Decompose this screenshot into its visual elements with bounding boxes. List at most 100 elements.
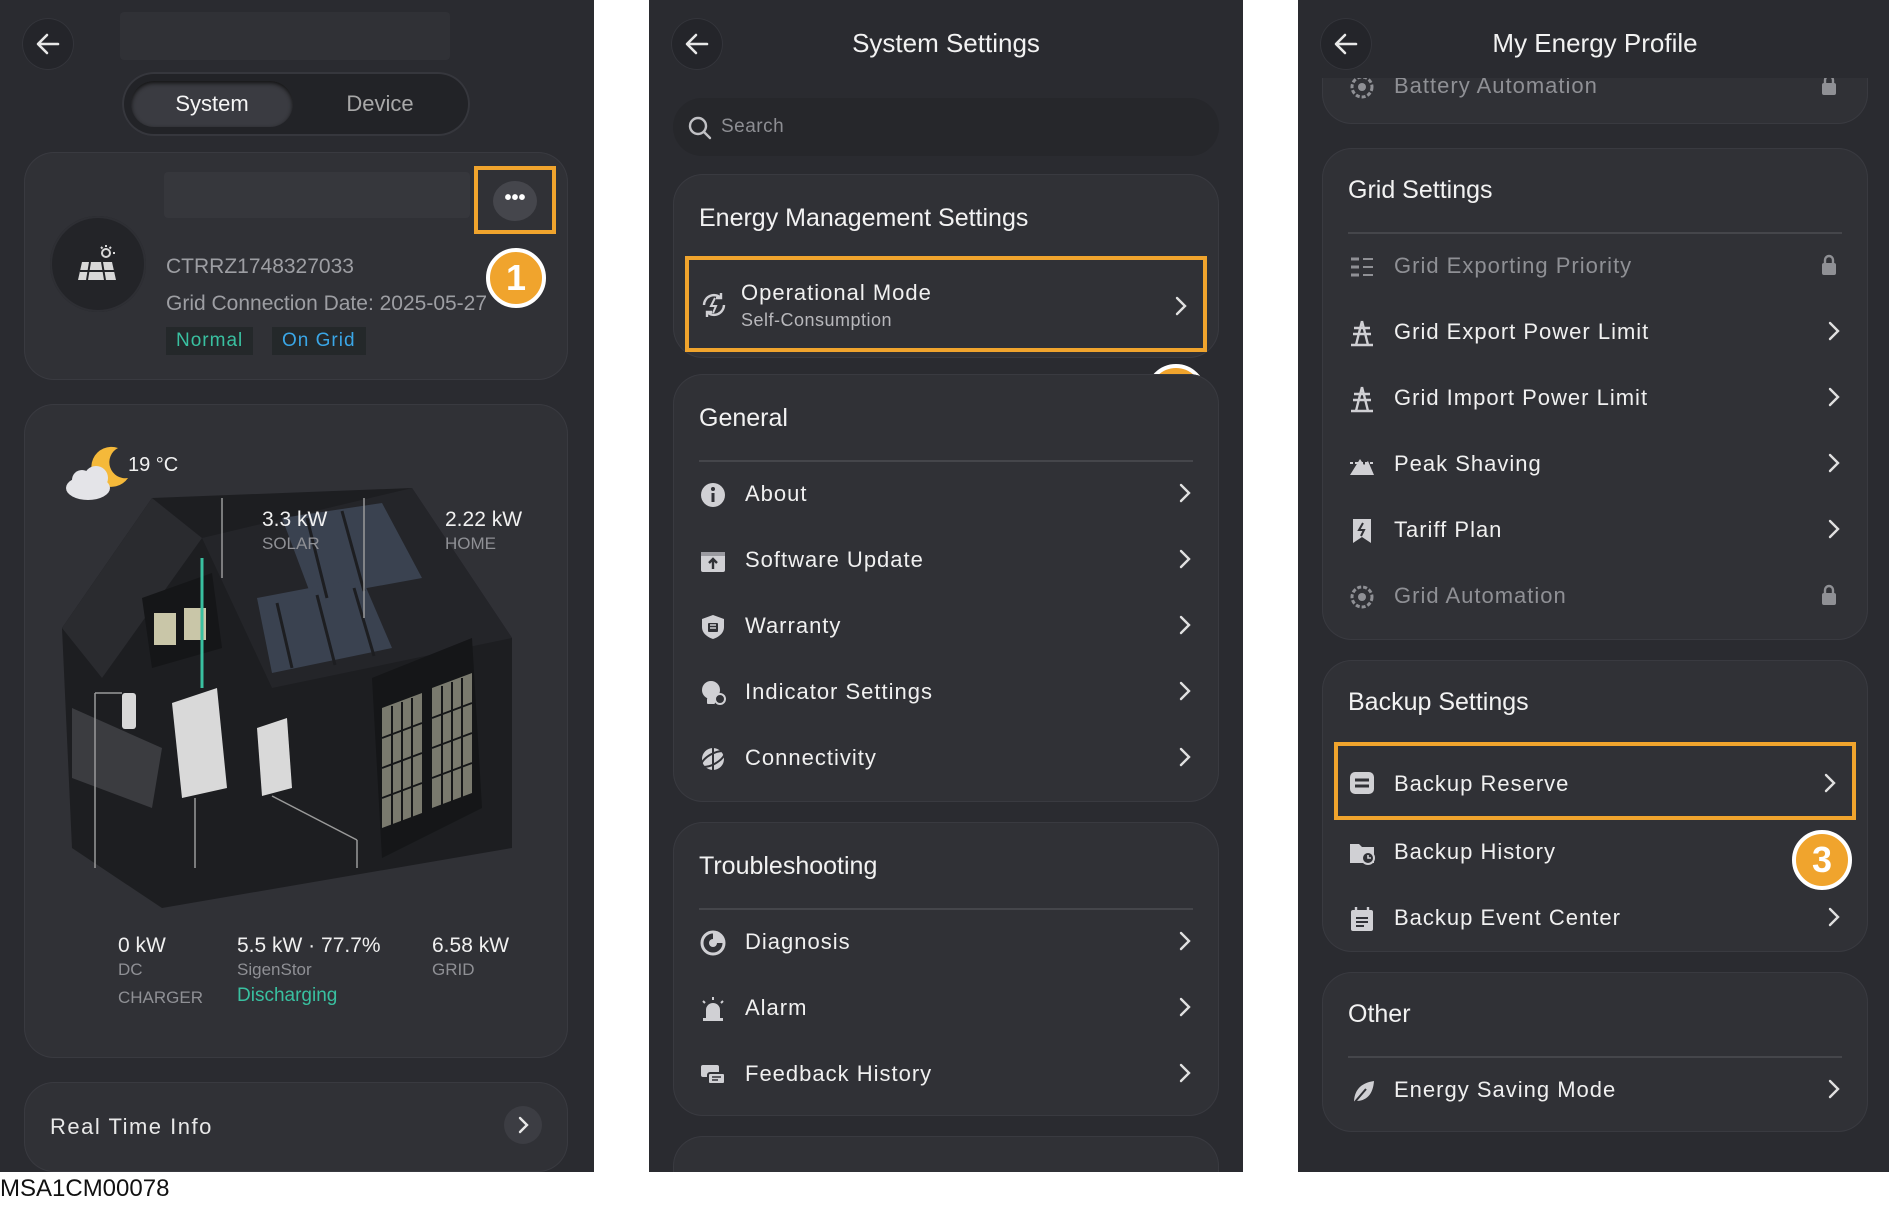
lightbulb-gear-icon bbox=[702, 681, 726, 705]
system-avatar bbox=[50, 216, 146, 312]
divider bbox=[699, 908, 1193, 910]
operational-mode-label: Operational Mode bbox=[741, 280, 932, 305]
back-button[interactable] bbox=[22, 18, 74, 70]
charger-value: 0 kW bbox=[118, 934, 166, 957]
search-input[interactable]: Search bbox=[673, 98, 1219, 156]
real-time-info-card[interactable]: Real Time Info bbox=[24, 1082, 568, 1172]
tab-device[interactable]: Device bbox=[298, 81, 462, 127]
lock-icon bbox=[1822, 254, 1836, 275]
settings-item-backup-history[interactable]: Backup History bbox=[1342, 824, 1848, 882]
grid-flow: 6.58 kW GRID bbox=[432, 934, 509, 982]
battery-value: 5.5 kW · 77.7% bbox=[237, 934, 381, 957]
chevron-right-icon bbox=[1828, 1079, 1840, 1099]
tab-system[interactable]: System bbox=[131, 81, 293, 127]
settings-item-grid-automation[interactable]: Grid Automation bbox=[1342, 568, 1848, 626]
energy-flow-card[interactable]: 19 °C 3.3 kW SOLAR 2.22 kW HOME 0 kW DC … bbox=[24, 404, 568, 1058]
chevron-right-icon bbox=[1179, 997, 1191, 1017]
settings-item-label: Indicator Settings bbox=[745, 679, 933, 704]
figure-caption: MSA1CM00078 bbox=[0, 1175, 170, 1202]
system-screen: System Device ••• 1 CTRRZ1748327033 Grid… bbox=[0, 0, 594, 1172]
settings-item-feedback-history[interactable]: Feedback History bbox=[693, 1046, 1199, 1104]
settings-item-energy-saving-mode[interactable]: Energy Saving Mode bbox=[1342, 1062, 1848, 1120]
software-update-icon bbox=[701, 552, 725, 572]
operational-mode-value: Self-Consumption bbox=[741, 310, 893, 330]
calendar-list-icon bbox=[1351, 907, 1373, 931]
settings-item-tariff-plan[interactable]: Tariff Plan bbox=[1342, 502, 1848, 560]
chevron-right-icon bbox=[1175, 296, 1187, 316]
section-title-grid: Grid Settings bbox=[1348, 176, 1493, 204]
chevron-right-icon bbox=[1828, 387, 1840, 407]
folder-clock-icon bbox=[1350, 844, 1375, 865]
settings-item-label: Alarm bbox=[745, 995, 808, 1020]
chevron-right-icon bbox=[1179, 931, 1191, 951]
blurred-site-name bbox=[120, 12, 450, 60]
system-device-toggle: System Device bbox=[122, 72, 470, 136]
general-card: General About Software Update Warranty I… bbox=[673, 374, 1219, 802]
section-title-troubleshooting: Troubleshooting bbox=[699, 852, 878, 880]
chevron-right-icon bbox=[1179, 747, 1191, 767]
settings-item-label: Diagnosis bbox=[745, 929, 851, 954]
chevron-right-icon bbox=[1179, 615, 1191, 635]
divider bbox=[1348, 1056, 1842, 1058]
solar-flow: 3.3 kW SOLAR bbox=[262, 508, 327, 556]
status-badge-on-grid: On Grid bbox=[272, 327, 366, 355]
settings-item-grid-import-power-limit[interactable]: Grid Import Power Limit bbox=[1342, 370, 1848, 428]
settings-item-grid-export-power-limit[interactable]: Grid Export Power Limit bbox=[1342, 304, 1848, 362]
home-value: 2.22 kW bbox=[445, 508, 523, 531]
settings-item-diagnosis[interactable]: Diagnosis bbox=[693, 914, 1199, 972]
battery-state: Discharging bbox=[237, 985, 338, 1006]
settings-item-label: Backup Event Center bbox=[1394, 905, 1621, 930]
more-options-button[interactable]: ••• bbox=[493, 181, 537, 221]
section-title-other: Other bbox=[1348, 1000, 1411, 1028]
my-energy-profile-screen: Battery Automation My Energy Profile Gri… bbox=[1298, 0, 1889, 1172]
settings-item-peak-shaving[interactable]: Peak Shaving bbox=[1342, 436, 1848, 494]
solar-panel-icon bbox=[78, 245, 116, 281]
real-time-info-button[interactable] bbox=[504, 1106, 542, 1144]
backup-reserve-icon bbox=[1350, 772, 1374, 794]
operational-mode-row[interactable]: Operational Mode Self-Consumption bbox=[685, 256, 1207, 352]
warranty-icon bbox=[702, 615, 724, 639]
chevron-right-icon bbox=[1828, 321, 1840, 341]
power-tower-icon bbox=[1351, 320, 1373, 347]
tariff-bookmark-icon bbox=[1353, 519, 1371, 543]
peak-shaving-icon bbox=[1350, 459, 1374, 475]
home-label: HOME bbox=[445, 534, 496, 553]
settings-item-backup-event-center[interactable]: Backup Event Center bbox=[1342, 890, 1848, 948]
grid-connection-date: Grid Connection Date: 2025-05-27 bbox=[166, 292, 488, 315]
feedback-chat-icon bbox=[701, 1065, 726, 1085]
system-info-card: ••• 1 CTRRZ1748327033 Grid Connection Da… bbox=[24, 152, 568, 380]
divider bbox=[699, 460, 1193, 462]
blurred-system-name bbox=[164, 172, 470, 218]
globe-connectivity-icon bbox=[700, 748, 726, 770]
grid-label: GRID bbox=[432, 960, 475, 979]
settings-item-software-update[interactable]: Software Update bbox=[693, 532, 1199, 590]
chevron-right-icon bbox=[518, 1116, 529, 1134]
chevron-right-icon bbox=[1179, 549, 1191, 569]
charger-label: CHARGER bbox=[118, 988, 204, 1007]
grid-value: 6.58 kW bbox=[432, 934, 510, 957]
settings-item-about[interactable]: About bbox=[693, 466, 1199, 524]
power-tower-icon bbox=[1351, 386, 1373, 413]
real-time-info-label: Real Time Info bbox=[50, 1114, 213, 1139]
lock-icon bbox=[1822, 584, 1836, 605]
settings-item-alarm[interactable]: Alarm bbox=[693, 980, 1199, 1038]
chevron-right-icon bbox=[1824, 773, 1836, 793]
settings-item-grid-exporting-priority[interactable]: Grid Exporting Priority bbox=[1342, 238, 1848, 296]
settings-item-indicator-settings[interactable]: Indicator Settings bbox=[693, 664, 1199, 722]
solar-label: SOLAR bbox=[262, 534, 320, 553]
settings-item-connectivity[interactable]: Connectivity bbox=[693, 730, 1199, 788]
more-options-highlight: ••• bbox=[474, 166, 556, 234]
search-placeholder: Search bbox=[721, 116, 785, 137]
temperature: 19 °C bbox=[128, 454, 179, 476]
section-title-backup: Backup Settings bbox=[1348, 688, 1529, 716]
charger-flow: 0 kW DC CHARGER bbox=[118, 934, 203, 1010]
energy-saving-leaf-icon bbox=[1353, 1081, 1374, 1104]
settings-item-warranty[interactable]: Warranty bbox=[693, 598, 1199, 656]
settings-item-label: Energy Saving Mode bbox=[1394, 1077, 1617, 1102]
chevron-right-icon bbox=[1179, 1063, 1191, 1083]
chevron-right-icon bbox=[1828, 453, 1840, 473]
settings-item-backup-reserve[interactable]: Backup Reserve bbox=[1334, 742, 1856, 820]
chevron-right-icon bbox=[1179, 483, 1191, 503]
search-icon bbox=[688, 116, 712, 140]
settings-item-label: Peak Shaving bbox=[1394, 451, 1542, 476]
